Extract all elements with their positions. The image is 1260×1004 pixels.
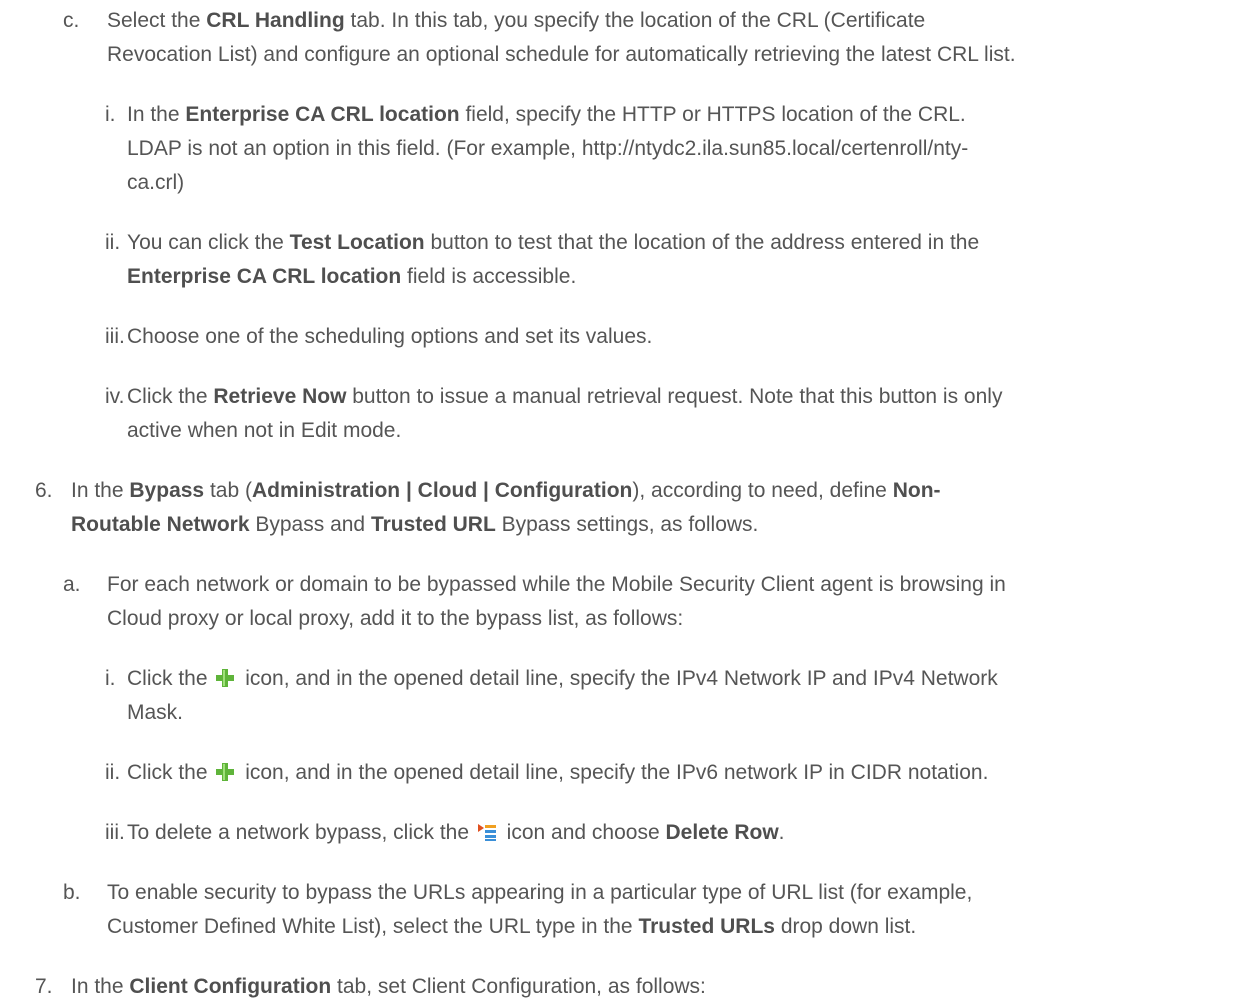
step-text: Mask. (127, 701, 184, 724)
list-marker: iv. (105, 385, 125, 408)
step-text: Click the Retrieve Now button to issue a… (127, 385, 1003, 408)
step-text: In the Bypass tab (Administration | Clou… (71, 479, 941, 502)
step-text: In the Client Configuration tab, set Cli… (71, 975, 706, 998)
step-text: Customer Defined White List), select the… (107, 915, 917, 938)
step-text: You can click the Test Location button t… (127, 231, 980, 254)
list-marker: 6. (35, 479, 53, 502)
step-text: Cloud proxy or local proxy, add it to th… (107, 607, 684, 630)
step-text: Enterprise CA CRL location field is acce… (127, 265, 577, 288)
step-text: Click the icon, and in the opened detail… (127, 761, 989, 784)
list-marker: i. (105, 667, 116, 690)
list-marker: i. (105, 103, 116, 126)
list-marker: iii. (105, 821, 125, 844)
step-text: ca.crl) (127, 171, 185, 194)
step-text: To enable security to bypass the URLs ap… (107, 881, 973, 904)
list-marker: c. (63, 9, 80, 32)
step-text: Routable Network Bypass and Trusted URL … (71, 513, 759, 536)
plus-icon (216, 763, 235, 781)
step-text: To delete a network bypass, click the ic… (127, 821, 785, 844)
step-text: Revocation List) and configure an option… (107, 43, 1016, 66)
list-marker: ii. (105, 231, 121, 254)
step-text: Select the CRL Handling tab. In this tab… (107, 9, 926, 32)
step-text: In the Enterprise CA CRL location field,… (127, 103, 966, 126)
list-marker: a. (63, 573, 81, 596)
step-text: active when not in Edit mode. (127, 419, 402, 442)
step-text: LDAP is not an option in this field. (Fo… (127, 137, 969, 160)
row-menu-icon (477, 824, 496, 841)
list-marker: 7. (35, 975, 53, 998)
step-text: Click the icon, and in the opened detail… (127, 667, 998, 690)
list-marker: b. (63, 881, 81, 904)
step-text: Choose one of the scheduling options and… (127, 325, 653, 348)
list-marker: ii. (105, 761, 121, 784)
list-marker: iii. (105, 325, 125, 348)
plus-icon (216, 669, 235, 687)
step-text: For each network or domain to be bypasse… (107, 573, 1006, 596)
